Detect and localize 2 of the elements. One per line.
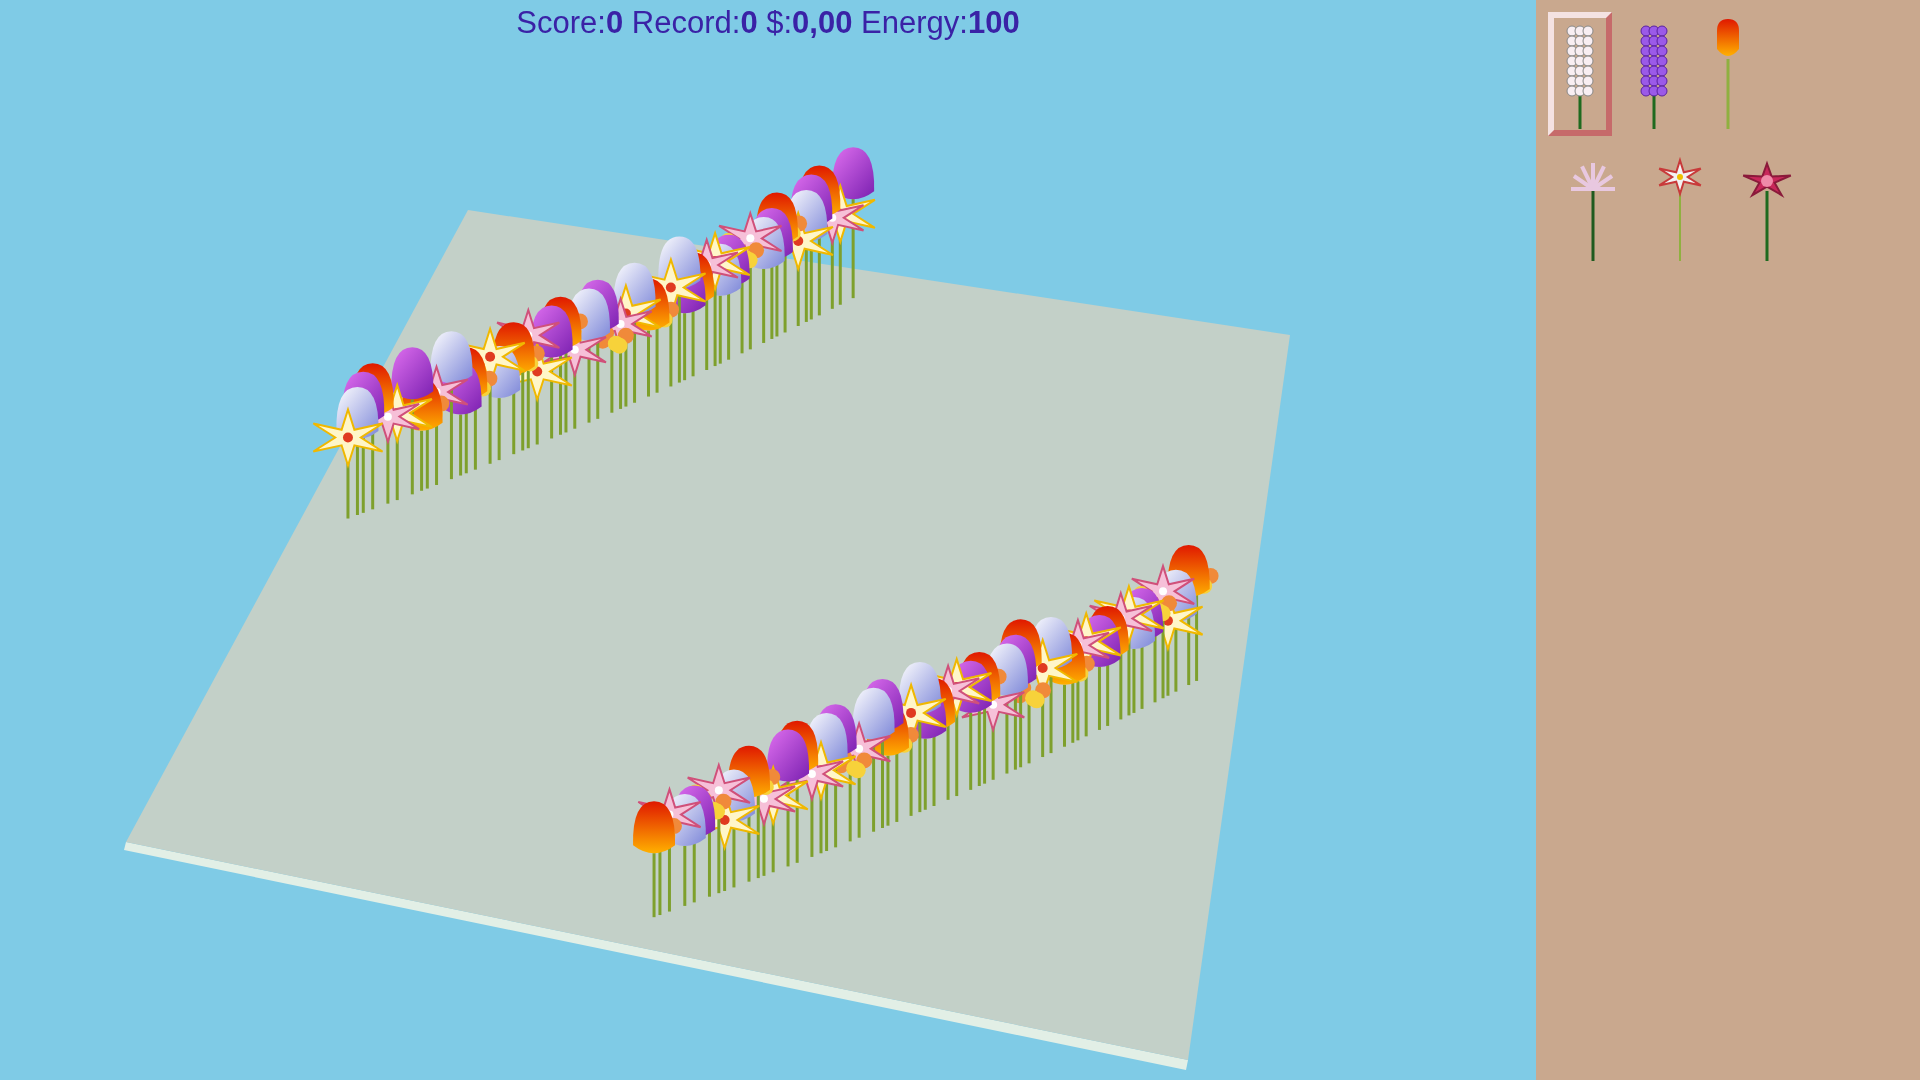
score-bar-text: Score:0 Record:0 $:0,00 Energy:100 [516,5,1020,40]
flower-option[interactable] [1548,12,1612,136]
